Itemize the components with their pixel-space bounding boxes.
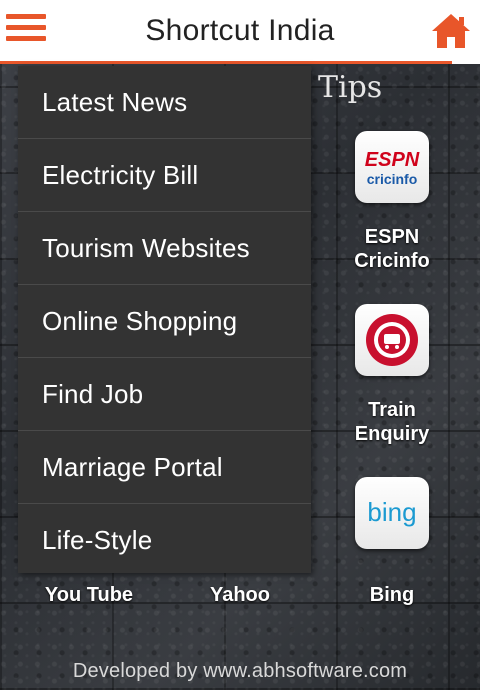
espn-cricinfo-label: ESPN Cricinfo — [354, 226, 430, 272]
developer-credit: Developed by www.abhsoftware.com — [72, 660, 408, 682]
drawer-item-electricity-bill[interactable]: Electricity Bill — [18, 139, 311, 212]
bing-logo-icon: bing — [367, 497, 416, 527]
train-enquiry-label: Train Enquiry — [354, 399, 430, 445]
espn-cricinfo-logo-icon: ESPN cricinfo — [365, 149, 420, 187]
drawer-item-life-style[interactable]: Life-Style — [18, 504, 311, 577]
youtube-label: You Tube — [44, 584, 134, 606]
header-underline — [0, 61, 452, 64]
drawer-item-online-shopping[interactable]: Online Shopping — [18, 285, 311, 358]
navigation-drawer: Latest News Electricity Bill Tourism Web… — [18, 66, 311, 573]
app-title: Shortcut India — [145, 14, 335, 47]
drawer-item-marriage-portal[interactable]: Marriage Portal — [18, 431, 311, 504]
home-icon[interactable] — [430, 12, 472, 50]
svg-text:cricinfo: cricinfo — [367, 171, 418, 187]
bing-tile[interactable]: bing — [355, 477, 429, 549]
drawer-item-find-job[interactable]: Find Job — [18, 358, 311, 431]
svg-text:bing: bing — [367, 497, 416, 527]
train-enquiry-tile[interactable] — [355, 304, 429, 376]
app-header: Shortcut India — [0, 0, 480, 64]
drawer-item-tourism-websites[interactable]: Tourism Websites — [18, 212, 311, 285]
bing-label: Bing — [369, 584, 415, 606]
yahoo-label: Yahoo — [209, 584, 270, 606]
svg-text:ESPN: ESPN — [365, 149, 420, 171]
indian-railways-logo-icon — [366, 314, 418, 366]
espn-cricinfo-tile[interactable]: ESPN cricinfo — [355, 131, 429, 203]
section-title: Tips — [318, 70, 383, 105]
drawer-item-latest-news[interactable]: Latest News — [18, 66, 311, 139]
